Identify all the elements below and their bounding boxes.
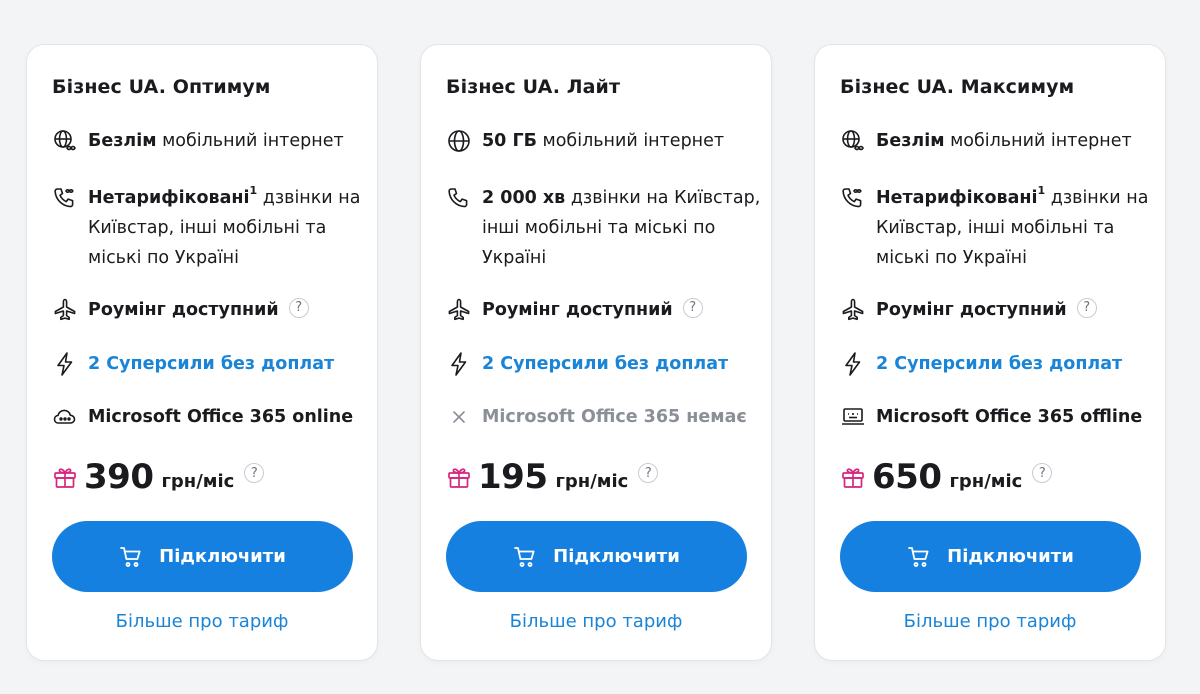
more-about-plan-link[interactable]: Більше про тариф [421, 611, 771, 632]
feature-office: Microsoft Office 365 online [52, 402, 367, 432]
roaming-label: Роумінг доступний [88, 300, 279, 320]
feature-internet: Безлім мобільний інтернет [52, 126, 367, 156]
phone-icon [446, 185, 472, 211]
footnote-marker: 1 [249, 184, 258, 198]
price-unit: грн/міс [555, 470, 629, 492]
connect-label: Підключити [947, 546, 1074, 567]
price-help-icon[interactable]: ? [1032, 463, 1053, 483]
price-block: 650 грн/міс ? [840, 457, 1053, 497]
connect-label: Підключити [159, 546, 286, 567]
lightning-icon [840, 351, 866, 377]
price-help-icon[interactable]: ? [244, 463, 265, 483]
feature-roaming: Роумінг доступний? [840, 295, 1155, 325]
plan-title: Бізнес UA. Оптимум [52, 76, 271, 98]
superpowers-link[interactable]: 2 Суперсили без доплат [482, 354, 728, 374]
superpowers-link[interactable]: 2 Суперсили без доплат [876, 354, 1122, 374]
plan-title: Бізнес UA. Максимум [840, 76, 1075, 98]
feature-calls: Нетарифіковані1 дзвінки на Київстар, інш… [840, 183, 1155, 273]
plan-card-maximum: Бізнес UA. Максимум Безлім мобільний інт… [814, 44, 1166, 661]
price-amount: 390 [84, 457, 154, 497]
internet-amount: 50 ГБ [482, 131, 537, 151]
lightning-icon [52, 351, 78, 377]
roaming-help-icon[interactable]: ? [682, 298, 703, 318]
roaming-help-icon[interactable]: ? [1076, 298, 1097, 318]
cart-icon [513, 545, 537, 569]
airplane-icon [52, 297, 78, 323]
feature-roaming: Роумінг доступний? [446, 295, 761, 325]
feature-superpowers: 2 Суперсили без доплат [52, 349, 367, 379]
connect-button[interactable]: Підключити [52, 521, 353, 592]
plan-title: Бізнес UA. Лайт [446, 76, 621, 98]
lightning-icon [446, 351, 472, 377]
internet-amount: Безлім [88, 131, 157, 151]
globe-infinity-icon [840, 128, 866, 154]
feature-roaming: Роумінг доступний? [52, 295, 367, 325]
feature-superpowers: 2 Суперсили без доплат [446, 349, 761, 379]
office-label: Microsoft Office 365 online [88, 407, 354, 427]
price-amount: 650 [872, 457, 942, 497]
calls-amount: Нетарифіковані [876, 188, 1038, 208]
calls-amount: Нетарифіковані [88, 188, 250, 208]
globe-infinity-icon [52, 128, 78, 154]
office-label: Microsoft Office 365 немає [482, 407, 747, 427]
internet-label: мобільний інтернет [944, 131, 1132, 151]
connect-label: Підключити [553, 546, 680, 567]
cart-icon [119, 545, 143, 569]
cloud-icon [52, 404, 78, 430]
connect-button[interactable]: Підключити [446, 521, 747, 592]
roaming-label: Роумінг доступний [482, 300, 673, 320]
laptop-icon [840, 404, 866, 430]
feature-superpowers: 2 Суперсили без доплат [840, 349, 1155, 379]
price-help-icon[interactable]: ? [638, 463, 659, 483]
price-unit: грн/міс [161, 470, 235, 492]
roaming-label: Роумінг доступний [876, 300, 1067, 320]
calls-amount: 2 000 хв [482, 188, 566, 208]
airplane-icon [840, 297, 866, 323]
cart-icon [907, 545, 931, 569]
footnote-marker: 1 [1037, 184, 1046, 198]
close-icon [446, 404, 472, 430]
feature-internet: Безлім мобільний інтернет [840, 126, 1155, 156]
superpowers-link[interactable]: 2 Суперсили без доплат [88, 354, 334, 374]
more-about-plan-link[interactable]: Більше про тариф [815, 611, 1165, 632]
globe-icon [446, 128, 472, 154]
plan-card-optimum: Бізнес UA. Оптимум Безлім мобільний інте… [26, 44, 378, 661]
phone-infinity-icon [840, 185, 866, 211]
feature-calls: 2 000 хв дзвінки на Київстар, інші мобіл… [446, 183, 761, 273]
gift-icon [52, 464, 78, 490]
price-block: 195 грн/міс ? [446, 457, 659, 497]
feature-office: Microsoft Office 365 offline [840, 402, 1155, 432]
internet-label: мобільний інтернет [536, 131, 725, 151]
feature-calls: Нетарифіковані1 дзвінки на Київстар, інш… [52, 183, 367, 273]
gift-icon [840, 464, 866, 490]
connect-button[interactable]: Підключити [840, 521, 1141, 592]
internet-label: мобільний інтернет [156, 131, 344, 151]
internet-amount: Безлім [876, 131, 945, 151]
roaming-help-icon[interactable]: ? [288, 298, 309, 318]
office-label: Microsoft Office 365 offline [876, 407, 1143, 427]
price-unit: грн/міс [949, 470, 1023, 492]
gift-icon [446, 464, 472, 490]
more-about-plan-link[interactable]: Більше про тариф [27, 611, 377, 632]
price-block: 390 грн/міс ? [52, 457, 265, 497]
airplane-icon [446, 297, 472, 323]
feature-office: Microsoft Office 365 немає [446, 402, 761, 432]
price-amount: 195 [478, 457, 548, 497]
phone-infinity-icon [52, 185, 78, 211]
feature-internet: 50 ГБ мобільний інтернет [446, 126, 761, 156]
plan-card-lite: Бізнес UA. Лайт 50 ГБ мобільний інтернет… [420, 44, 772, 661]
